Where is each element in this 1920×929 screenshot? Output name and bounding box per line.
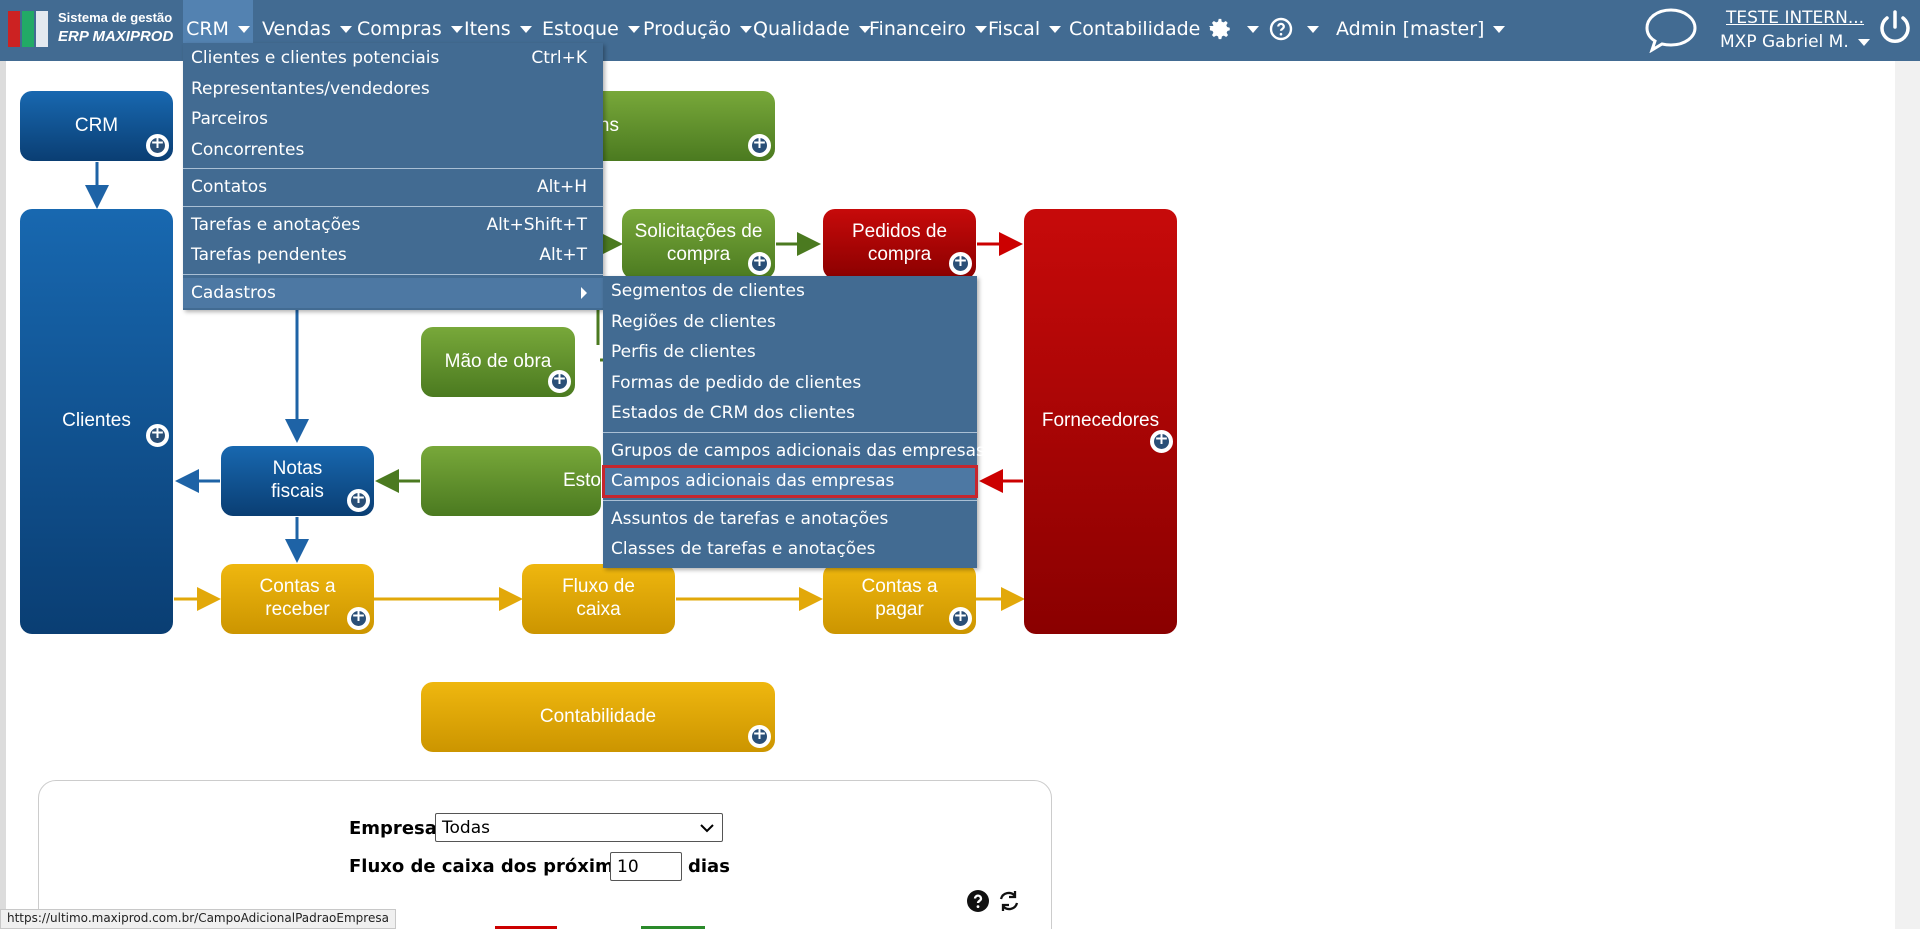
add-icon[interactable] — [949, 251, 972, 275]
crm-dropdown-menu: Clientes e clientes potenciais Ctrl+K Rep… — [183, 43, 603, 310]
menu-item-contatos[interactable]: Contatos Alt+H — [183, 172, 603, 203]
empresa-select[interactable]: Todas — [435, 813, 723, 842]
dashboard-filter-panel — [38, 780, 1052, 929]
box-pedidos-label: Pedidos de compra — [851, 221, 948, 265]
add-icon[interactable] — [748, 251, 771, 275]
add-icon[interactable] — [347, 488, 370, 512]
menu-item-shortcut: Ctrl+K — [531, 48, 587, 69]
box-contas-receber-label: Contas a receber — [259, 576, 336, 620]
box-crm[interactable]: CRM — [20, 91, 173, 161]
box-fornecedores-label: Fornecedores — [1041, 410, 1160, 432]
menu-item-shortcut: Alt+Shift+T — [486, 214, 587, 235]
refresh-icon[interactable] — [997, 890, 1021, 912]
menu-item-shortcut: Alt+H — [536, 177, 587, 198]
menu-item-label: Clientes e clientes potenciais — [191, 48, 440, 69]
cadastros-submenu: Segmentos de clientes Regiões de cliente… — [602, 276, 985, 568]
menu-separator — [183, 205, 603, 207]
submenu-item-label: Classes de tarefas e anotações — [611, 539, 876, 560]
menu-separator — [183, 273, 603, 275]
dias-label: dias — [688, 856, 730, 877]
menu-item-parceiros[interactable]: Parceiros — [183, 104, 603, 135]
add-icon[interactable] — [146, 423, 169, 447]
submenu-item-regioes[interactable]: Regiões de clientes — [603, 307, 977, 338]
submenu-item-label: Segmentos de clientes — [611, 281, 805, 302]
fluxo-label: Fluxo de caixa dos próximos — [349, 856, 637, 877]
box-contas-pagar[interactable]: Contas a pagar — [823, 564, 976, 634]
chevron-down-icon — [700, 823, 714, 832]
status-bar-url: https://ultimo.maxiprod.com.br/CampoAdic… — [0, 909, 396, 929]
menu-item-clientes[interactable]: Clientes e clientes potenciais Ctrl+K — [183, 43, 603, 74]
menu-item-label: Contatos — [191, 177, 268, 198]
box-notas-label: Notas fiscais — [271, 458, 324, 502]
add-icon[interactable] — [146, 133, 169, 157]
box-solicitacoes-label: Solicitações de compra — [634, 221, 763, 265]
add-icon[interactable] — [1150, 429, 1173, 453]
menu-item-label: Tarefas e anotações — [191, 214, 361, 235]
box-clientes[interactable]: Clientes — [20, 209, 173, 634]
help-circle-icon[interactable] — [966, 889, 990, 913]
box-mao-obra-label: Mão de obra — [444, 350, 552, 372]
menu-item-tarefas[interactable]: Tarefas e anotações Alt+Shift+T — [183, 210, 603, 241]
menu-separator — [603, 431, 977, 433]
menu-item-label: Parceiros — [191, 109, 268, 130]
submenu-item-label: Campos adicionais das empresas — [611, 471, 895, 492]
menu-separator — [183, 168, 603, 169]
submenu-item-label: Regiões de clientes — [611, 311, 776, 332]
submenu-item-assuntos[interactable]: Assuntos de tarefas e anotações — [603, 504, 977, 535]
box-fluxo-label: Fluxo de caixa — [562, 576, 635, 620]
box-fluxo[interactable]: Fluxo de caixa — [522, 564, 675, 634]
submenu-item-formas-pedido[interactable]: Formas de pedido de clientes — [603, 368, 977, 399]
menu-item-label: Representantes/vendedores — [191, 78, 430, 99]
add-icon[interactable] — [748, 724, 771, 748]
empresa-select-value: Todas — [442, 817, 490, 838]
add-icon[interactable] — [748, 133, 771, 157]
box-solicitacoes[interactable]: Solicitações de compra — [622, 209, 775, 279]
menu-item-representantes[interactable]: Representantes/vendedores — [183, 74, 603, 105]
box-contas-pagar-label: Contas a pagar — [861, 576, 938, 620]
box-clientes-label: Clientes — [62, 410, 131, 432]
box-notas[interactable]: Notas fiscais — [221, 446, 374, 516]
menu-item-concorrentes[interactable]: Concorrentes — [183, 135, 603, 166]
days-input-value: 10 — [617, 856, 639, 877]
menu-separator — [603, 499, 977, 501]
box-contabilidade-label: Contabilidade — [539, 705, 657, 727]
menu-item-label: Concorrentes — [191, 139, 305, 160]
submenu-item-label: Assuntos de tarefas e anotações — [611, 508, 889, 529]
submenu-item-classes[interactable]: Classes de tarefas e anotações — [603, 534, 977, 565]
submenu-item-label: Formas de pedido de clientes — [611, 372, 862, 393]
submenu-item-label: Estados de CRM dos clientes — [611, 403, 856, 424]
box-crm-label: CRM — [74, 114, 119, 136]
menu-item-shortcut: Alt+T — [539, 245, 587, 266]
box-estoque-label: Esto — [562, 469, 601, 491]
box-mao-obra[interactable]: Mão de obra — [421, 327, 575, 397]
box-contabilidade[interactable]: Contabilidade — [421, 682, 775, 752]
chevron-right-icon — [581, 286, 587, 299]
menu-item-label: Cadastros — [191, 282, 276, 303]
submenu-item-segmentos[interactable]: Segmentos de clientes — [603, 276, 977, 307]
box-fornecedores[interactable]: Fornecedores — [1024, 209, 1177, 634]
submenu-item-perfis[interactable]: Perfis de clientes — [603, 337, 977, 368]
add-icon[interactable] — [949, 606, 972, 630]
add-icon[interactable] — [548, 369, 571, 393]
box-estoque[interactable]: Esto — [421, 446, 601, 516]
empresa-label: Empresa — [349, 818, 437, 839]
submenu-item-grupos-campos[interactable]: Grupos de campos adicionais das empresas — [603, 436, 985, 467]
menu-item-tarefas-pendentes[interactable]: Tarefas pendentes Alt+T — [183, 240, 603, 271]
submenu-item-label: Grupos de campos adicionais das empresas — [611, 440, 985, 461]
days-input[interactable]: 10 — [610, 852, 682, 881]
add-icon[interactable] — [347, 606, 370, 630]
box-pedidos[interactable]: Pedidos de compra — [823, 209, 976, 279]
submenu-item-label: Perfis de clientes — [611, 342, 756, 363]
menu-item-cadastros[interactable]: Cadastros — [183, 277, 603, 308]
submenu-item-campos-adicionais[interactable]: Campos adicionais das empresas — [602, 465, 978, 498]
submenu-item-estados-crm[interactable]: Estados de CRM dos clientes — [603, 398, 977, 429]
box-contas-receber[interactable]: Contas a receber — [221, 564, 374, 634]
menu-item-label: Tarefas pendentes — [191, 245, 347, 266]
